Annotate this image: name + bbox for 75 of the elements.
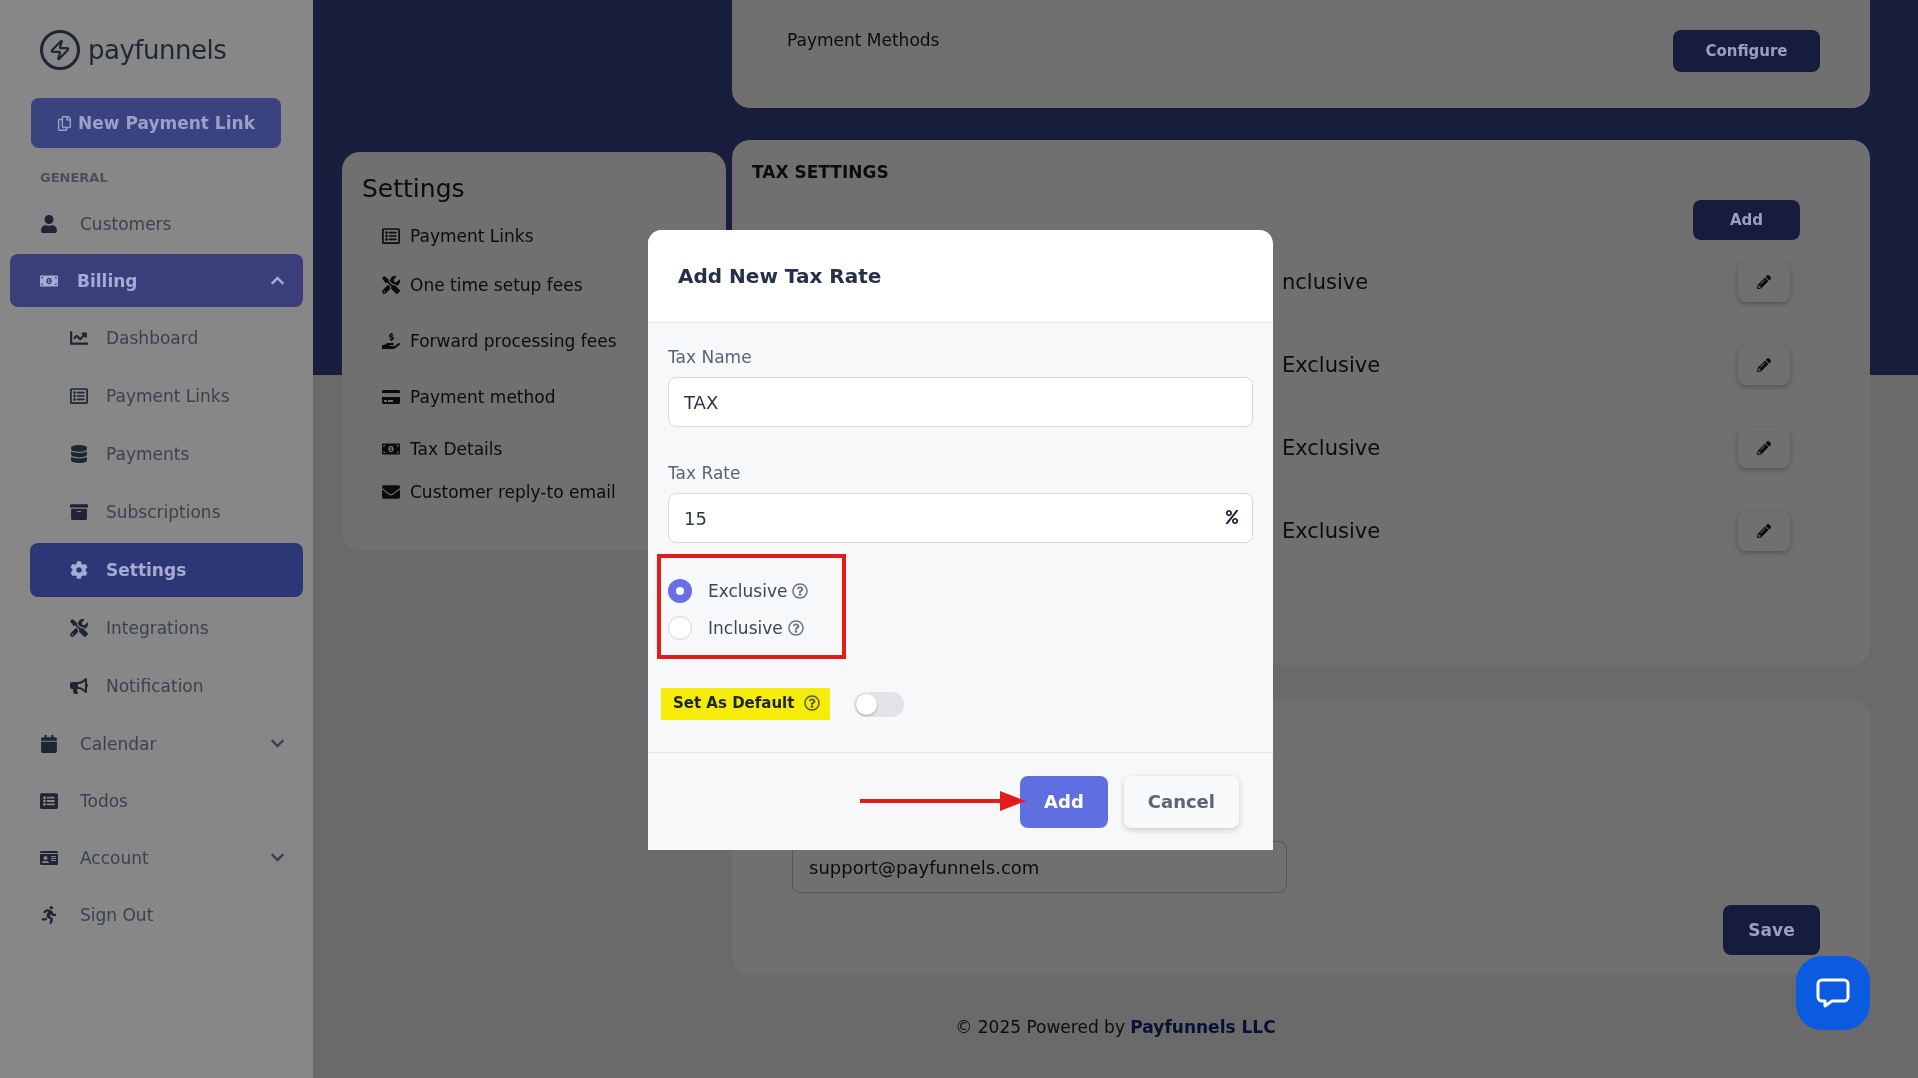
radio-button[interactable] [668, 579, 692, 603]
receipt-icon [70, 387, 88, 405]
edit-button[interactable] [1738, 427, 1790, 468]
mail-icon [382, 483, 400, 501]
id-card-icon [40, 848, 58, 867]
user-icon [40, 214, 58, 233]
toggle-switch[interactable] [854, 691, 905, 717]
footer-text: © 2025 Powered by Payfunnels LLC [954, 1017, 1277, 1037]
tax-type-text: Exclusive [1282, 518, 1382, 543]
sidebar-subitem[interactable]: Payments [30, 427, 303, 481]
field-label: Tax Rate [668, 463, 742, 483]
help-icon[interactable] [792, 583, 809, 599]
sidebar-subitem[interactable]: Payment Links [30, 369, 303, 423]
radio-button[interactable] [668, 616, 692, 640]
sidebar-item[interactable]: Calendar [10, 717, 303, 770]
add-button[interactable]: Add [1020, 775, 1108, 828]
edit-button[interactable] [1738, 344, 1790, 385]
edit-button[interactable] [1738, 510, 1790, 551]
calendar-icon [40, 734, 58, 753]
logo-icon [40, 30, 80, 70]
pencil-icon [1757, 357, 1771, 372]
section-heading: GENERAL [40, 170, 109, 185]
edit-button[interactable] [1738, 261, 1790, 302]
chart-icon [70, 329, 88, 347]
highlighted-label: Set As Default [661, 688, 831, 720]
credit-card-icon [382, 388, 400, 406]
chat-button[interactable] [1796, 956, 1870, 1030]
sidebar-subitem[interactable]: Dashboard [30, 311, 303, 365]
sidebar-item[interactable]: Billing [10, 254, 303, 307]
sidebar-item[interactable]: Account [10, 831, 303, 884]
field-label: Tax Name [668, 347, 753, 367]
sidebar-subitem[interactable]: Settings [30, 543, 303, 597]
logo-text: payfunnels [88, 35, 227, 65]
percent-icon [1225, 510, 1239, 524]
input-field[interactable]: 15 [668, 493, 1253, 543]
cancel-button[interactable]: Cancel [1123, 775, 1239, 828]
footer-link[interactable]: Payfunnels LLC [1130, 1017, 1276, 1037]
coins-icon [70, 445, 88, 463]
running-icon [40, 905, 58, 924]
card-title: TAX SETTINGS [752, 162, 890, 182]
input-field[interactable]: TAX [668, 377, 1253, 427]
option-label: Inclusive [708, 618, 783, 638]
chat-bubble-icon [1816, 977, 1850, 1009]
card-label: Payment Methods [787, 30, 940, 50]
save-button[interactable]: Save [1723, 905, 1820, 955]
help-icon[interactable] [804, 695, 821, 711]
dialog-title: Add New Tax Rate [678, 264, 882, 288]
archive-icon [70, 503, 88, 521]
megaphone-icon [70, 677, 88, 695]
tax-type-text: nclusive [1282, 269, 1370, 294]
sidebar-item[interactable]: Sign Out [10, 888, 303, 941]
help-icon[interactable] [787, 620, 804, 636]
settings-menu-item[interactable]: Payment Links [362, 215, 706, 257]
list-icon [40, 791, 58, 810]
sidebar-item[interactable]: Customers [10, 197, 303, 250]
sidebar-subitem[interactable]: Notification [30, 659, 303, 713]
sidebar-item[interactable]: Todos [10, 774, 303, 827]
sidebar-subitem[interactable]: Subscriptions [30, 485, 303, 539]
tools-icon [70, 619, 88, 637]
settings-icon [70, 561, 88, 579]
hand-money-icon [382, 332, 400, 350]
new-payment-link-button[interactable]: New Payment Link [31, 98, 281, 148]
tax-type-text: Exclusive [1282, 435, 1382, 460]
sidebar-subitem[interactable]: Integrations [30, 601, 303, 655]
tax-type-text: Exclusive [1282, 352, 1382, 377]
pencil-icon [1757, 523, 1771, 538]
pencil-icon [1757, 274, 1771, 289]
card-title: Settings [362, 174, 466, 203]
option-label: Exclusive [708, 581, 788, 601]
receipt-icon [382, 227, 400, 245]
configure-button[interactable]: Configure [1673, 30, 1820, 72]
tools-icon [382, 276, 400, 294]
add-button[interactable]: Add [1693, 200, 1800, 240]
copy-icon [57, 115, 73, 131]
pencil-icon [1757, 440, 1771, 455]
